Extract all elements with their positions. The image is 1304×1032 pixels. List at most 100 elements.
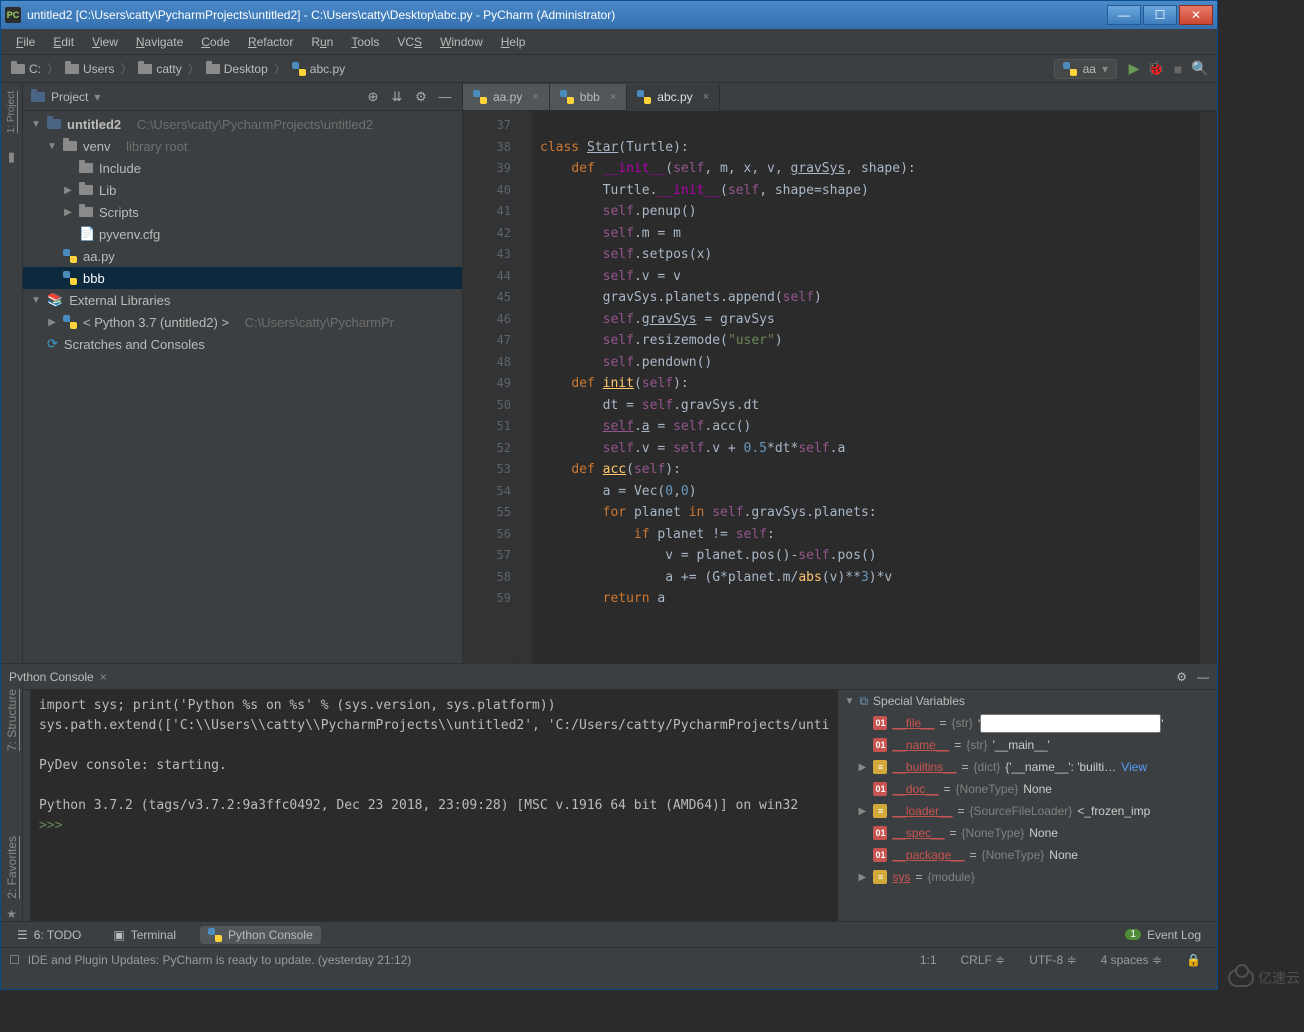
tree-root[interactable]: ▼untitled2 C:\Users\catty\PycharmProject… <box>23 113 462 135</box>
python-icon <box>63 249 77 263</box>
search-icon[interactable]: 🔍 <box>1189 58 1211 80</box>
titlebar: PC untitled2 [C:\Users\catty\PycharmProj… <box>1 1 1217 29</box>
folder-icon <box>79 163 93 173</box>
chevron-right-icon: 〉 <box>272 60 288 77</box>
var-row[interactable]: 01__package__ = {NoneType} None <box>838 844 1217 866</box>
python-icon <box>473 90 487 104</box>
crumb-catty[interactable]: catty <box>134 62 185 76</box>
scratches-icon: ⟳ <box>47 336 58 352</box>
star-icon[interactable]: ★ <box>6 907 17 921</box>
collapse-icon[interactable]: ⇊ <box>388 89 406 105</box>
line-gutter[interactable]: 3738394041424344454647484950515253545556… <box>463 111 518 663</box>
crumb-users[interactable]: Users <box>61 62 118 76</box>
chevron-down-icon[interactable]: ▾ <box>94 90 100 104</box>
side-tab-favorites[interactable]: 2: Favorites <box>5 828 19 907</box>
run-button[interactable]: ▶ <box>1123 58 1145 80</box>
var-row[interactable]: ▶≡sys = {module} <box>838 866 1217 888</box>
close-icon[interactable]: × <box>610 91 616 103</box>
close-icon[interactable]: × <box>532 91 538 103</box>
var-row[interactable]: 01__spec__ = {NoneType} None <box>838 822 1217 844</box>
tree-extlibs[interactable]: ▼📚External Libraries <box>23 289 462 311</box>
menu-file[interactable]: FFileile <box>7 32 44 52</box>
hide-icon[interactable]: — <box>1197 670 1209 684</box>
menu-code[interactable]: Code <box>192 32 239 52</box>
tool-window-tabs: ☰6: TODO ▣Terminal Python Console 1Event… <box>1 921 1217 947</box>
menu-vcs[interactable]: VCS <box>388 32 431 52</box>
code-editor[interactable]: class Star(Turtle): def __init__(self, m… <box>532 111 1199 663</box>
close-icon[interactable]: × <box>703 91 709 103</box>
chevron-right-icon: 〉 <box>186 60 202 77</box>
locate-icon[interactable]: ⊕ <box>364 89 382 105</box>
tree-venv[interactable]: ▼venv library root <box>23 135 462 157</box>
menu-view[interactable]: View <box>83 32 127 52</box>
status-context-icon[interactable]: ☐ <box>9 953 20 967</box>
watermark: 亿速云 <box>1228 968 1300 988</box>
chevron-right-icon: 〉 <box>118 60 134 77</box>
gear-icon[interactable]: ⚙ <box>412 89 430 105</box>
editor-tab-abc[interactable]: abc.py× <box>627 85 720 111</box>
editor-tab-bbb[interactable]: bbb× <box>550 84 627 110</box>
panel-folder-icon <box>31 92 45 102</box>
crumb-file[interactable]: abc.py <box>288 62 349 76</box>
crumb-c[interactable]: C: <box>7 62 45 76</box>
fold-strip[interactable] <box>518 111 532 663</box>
status-position[interactable]: 1:1 <box>912 953 945 967</box>
tree-pyvenv[interactable]: 📄pyvenv.cfg <box>23 223 462 245</box>
vars-header[interactable]: ▼⧉Special Variables <box>838 690 1217 712</box>
tree-bbb[interactable]: bbb <box>23 267 462 289</box>
status-encoding[interactable]: UTF-8 ≑ <box>1021 953 1084 967</box>
var-row[interactable]: 01__file__ = {str} '' <box>838 712 1217 734</box>
left-gutter: 1: Project ▮ <box>1 83 23 663</box>
menu-navigate[interactable]: Navigate <box>127 32 192 52</box>
folder-icon <box>138 64 152 74</box>
menu-refactor[interactable]: Refactor <box>239 32 302 52</box>
side-tab-structure[interactable]: 7: Structure <box>5 681 19 759</box>
editor-tab-aa[interactable]: aa.py× <box>463 84 550 110</box>
menu-edit[interactable]: Edit <box>44 32 83 52</box>
debug-button[interactable]: 🐞 <box>1145 58 1167 80</box>
menu-window[interactable]: Window <box>431 32 492 52</box>
var-row[interactable]: ▶≡__builtins__ = {dict} {'__name__': 'bu… <box>838 756 1217 778</box>
tree-python[interactable]: ▶< Python 3.7 (untitled2) > C:\Users\cat… <box>23 311 462 333</box>
chevron-right-icon: 〉 <box>45 60 61 77</box>
side-tab-project[interactable]: 1: Project <box>6 83 17 141</box>
tree-lib[interactable]: ▶Lib <box>23 179 462 201</box>
stop-button[interactable]: ■ <box>1167 58 1189 80</box>
tree-scripts[interactable]: ▶Scripts <box>23 201 462 223</box>
tree-aa[interactable]: aa.py <box>23 245 462 267</box>
console-output[interactable]: import sys; print('Python %s on %s' % (s… <box>31 690 838 921</box>
menu-tools[interactable]: Tools <box>342 32 388 52</box>
tab-event-log[interactable]: 1Event Log <box>1117 926 1209 944</box>
editor-area: aa.py× bbb× abc.py× 37383940414243444546… <box>463 83 1217 663</box>
tab-terminal[interactable]: ▣Terminal <box>105 926 184 944</box>
tree-include[interactable]: Include <box>23 157 462 179</box>
run-config-selector[interactable]: aa ▾ <box>1054 59 1117 79</box>
status-eol[interactable]: CRLF ≑ <box>953 953 1014 967</box>
project-tree[interactable]: ▼untitled2 C:\Users\catty\PycharmProject… <box>23 111 462 663</box>
editor-tabbar: aa.py× bbb× abc.py× <box>463 83 1217 111</box>
maximize-button[interactable]: ☐ <box>1143 5 1177 25</box>
bookmark-icon[interactable]: ▮ <box>8 149 15 165</box>
chevron-down-icon: ▾ <box>1102 62 1108 76</box>
editor-right-gutter[interactable] <box>1199 111 1217 663</box>
python-icon <box>560 90 574 104</box>
menu-run[interactable]: Run <box>302 32 342 52</box>
status-indent[interactable]: 4 spaces ≑ <box>1093 953 1170 967</box>
tab-todo[interactable]: ☰6: TODO <box>9 926 89 944</box>
tree-scratches[interactable]: ⟳Scratches and Consoles <box>23 333 462 355</box>
hide-icon[interactable]: — <box>436 89 454 104</box>
var-row[interactable]: 01__name__ = {str} '__main__' <box>838 734 1217 756</box>
library-icon: 📚 <box>47 292 63 308</box>
python-icon <box>1063 62 1077 76</box>
close-button[interactable]: ✕ <box>1179 5 1213 25</box>
minimize-button[interactable]: — <box>1107 5 1141 25</box>
tab-python-console[interactable]: Python Console <box>200 926 321 944</box>
var-row[interactable]: ▶≡__loader__ = {SourceFileLoader} <_froz… <box>838 800 1217 822</box>
lock-icon[interactable]: 🔒 <box>1178 953 1209 967</box>
menu-help[interactable]: Help <box>492 32 535 52</box>
variables-panel[interactable]: ▼⧉Special Variables 01__file__ = {str} '… <box>837 690 1217 921</box>
gear-icon[interactable]: ⚙ <box>1176 670 1187 684</box>
crumb-desktop[interactable]: Desktop <box>202 62 272 76</box>
var-row[interactable]: 01__doc__ = {NoneType} None <box>838 778 1217 800</box>
close-icon[interactable]: × <box>100 670 107 684</box>
